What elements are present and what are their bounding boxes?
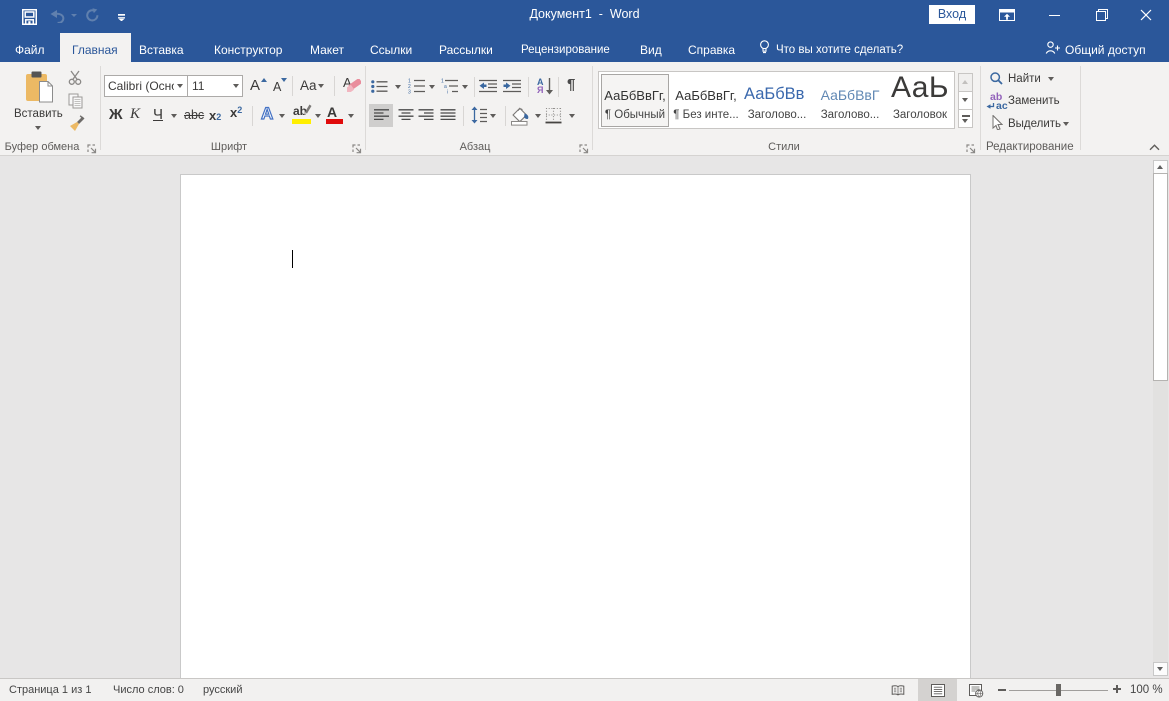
svg-text:3: 3 xyxy=(408,90,411,95)
svg-text:i: i xyxy=(447,90,448,95)
